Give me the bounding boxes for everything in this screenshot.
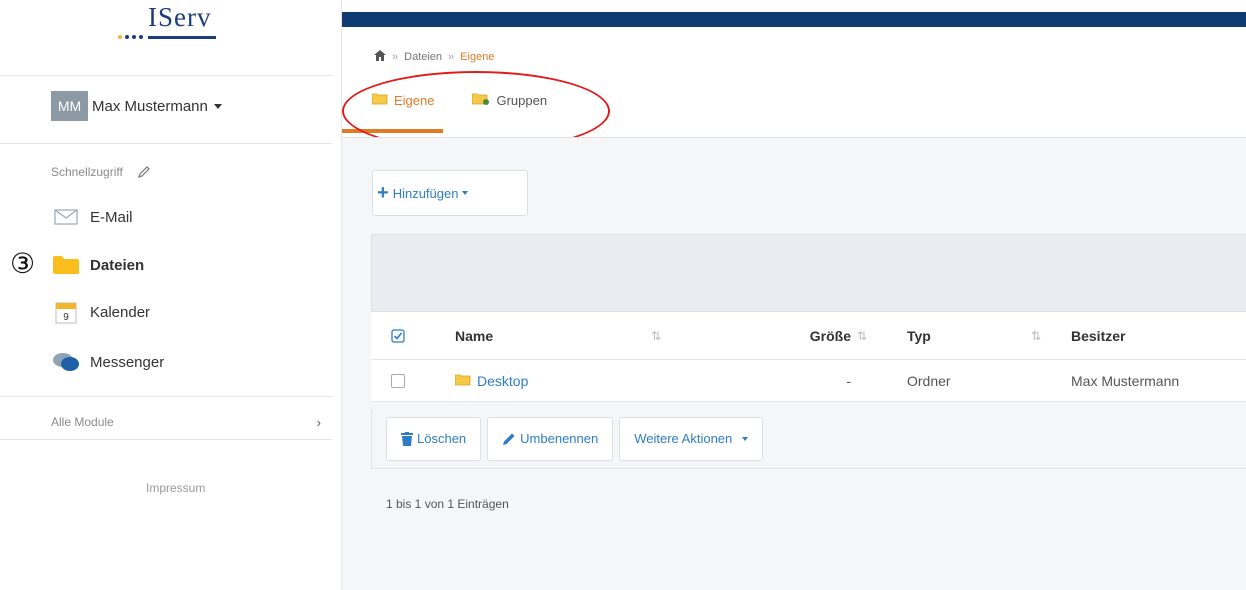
home-icon[interactable]	[374, 50, 386, 64]
group-folder-icon	[472, 92, 490, 109]
all-modules-link[interactable]: Alle Module ›	[51, 415, 321, 430]
impressum-link[interactable]: Impressum	[146, 481, 205, 495]
quick-access-label: Schnellzugriff	[51, 165, 123, 179]
name-cell: Desktop	[441, 360, 731, 401]
all-modules-label: Alle Module	[51, 415, 114, 429]
more-actions-label: Weitere Aktionen	[634, 431, 733, 446]
sidebar-item-label: E-Mail	[90, 208, 133, 226]
row-select-cell	[371, 360, 441, 401]
logo-underline	[148, 36, 216, 39]
column-label: Besitzer	[1071, 327, 1126, 344]
column-header-size[interactable]: Größe ⇅	[731, 312, 881, 359]
table-header: Name ⇅ Größe ⇅ Typ ⇅ Besitzer	[371, 312, 1246, 360]
divider	[0, 143, 332, 144]
select-all-cell	[371, 312, 441, 359]
chat-icon	[51, 350, 81, 374]
column-header-name[interactable]: Name ⇅	[441, 312, 731, 359]
sort-icon: ⇅	[856, 328, 867, 343]
owner-cell: Max Mustermann	[1071, 372, 1180, 389]
breadcrumb-item[interactable]: Dateien	[404, 51, 442, 63]
sidebar: IServ MM Max Mustermann Schnellzugriff E…	[0, 0, 340, 590]
delete-label: Löschen	[417, 431, 467, 446]
file-table: Name ⇅ Größe ⇅ Typ ⇅ Besitzer Desktop - …	[371, 312, 1246, 402]
column-header-type[interactable]: Typ ⇅	[881, 312, 1071, 359]
tab-own[interactable]: Eigene	[371, 88, 435, 112]
folder-icon	[454, 373, 471, 389]
sidebar-item-label: Kalender	[90, 303, 151, 321]
chevron-down-icon	[742, 436, 749, 441]
action-bar: Löschen Umbenennen Weitere Aktionen	[371, 409, 1246, 469]
column-label: Größe	[809, 327, 851, 344]
size-cell: -	[846, 372, 851, 389]
tab-groups[interactable]: Gruppen	[472, 88, 547, 112]
breadcrumb-separator: »	[448, 51, 455, 63]
folder-icon	[371, 92, 388, 108]
trash-icon	[401, 431, 413, 446]
more-actions-button[interactable]: Weitere Aktionen	[619, 416, 764, 461]
sort-icon: ⇅	[1031, 328, 1042, 343]
select-all-checkbox[interactable]	[391, 328, 405, 343]
breadcrumb: » Dateien » Eigene	[374, 50, 494, 64]
main-content: » Dateien » Eigene Eigene Gruppen + Hinz…	[341, 0, 1246, 590]
column-label: Typ	[907, 327, 931, 344]
folder-icon	[51, 253, 81, 277]
calendar-day: 9	[63, 312, 69, 323]
sidebar-item-label: Messenger	[90, 353, 165, 371]
top-bar	[342, 12, 1246, 27]
logo-text: IServ	[148, 2, 212, 32]
table-row: Desktop - Ordner Max Mustermann	[371, 360, 1246, 402]
add-button[interactable]: + Hinzufügen	[372, 170, 528, 216]
chevron-down-icon	[213, 103, 222, 109]
mail-icon	[51, 205, 81, 229]
row-checkbox[interactable]	[391, 373, 405, 388]
file-link[interactable]: Desktop	[454, 372, 529, 389]
sidebar-item-email[interactable]: E-Mail	[51, 205, 133, 229]
rename-label: Umbenennen	[520, 431, 599, 446]
sidebar-item-calendar[interactable]: 9 Kalender	[51, 300, 150, 324]
user-menu[interactable]: MM Max Mustermann	[51, 91, 222, 121]
add-button-label: Hinzufügen	[392, 185, 459, 201]
active-tab-indicator	[342, 129, 443, 133]
tab-bar: Eigene Gruppen	[371, 88, 585, 112]
sort-icon: ⇅	[651, 328, 662, 343]
pencil-icon	[502, 432, 516, 446]
file-name: Desktop	[477, 372, 529, 389]
sidebar-item-files[interactable]: Dateien	[51, 253, 144, 277]
entries-count: 1 bis 1 von 1 Einträgen	[386, 497, 509, 511]
delete-button[interactable]: Löschen	[386, 416, 482, 461]
chevron-right-icon: ›	[316, 415, 321, 430]
tab-label: Gruppen	[496, 92, 548, 108]
tab-label: Eigene	[394, 92, 435, 108]
logo-dot	[132, 35, 136, 39]
divider	[0, 439, 332, 440]
column-header-owner[interactable]: Besitzer	[1071, 312, 1246, 359]
breadcrumb-current: Eigene	[460, 51, 495, 63]
avatar: MM	[51, 91, 88, 121]
iserv-logo[interactable]: IServ	[110, 0, 220, 50]
plus-icon: +	[377, 181, 389, 204]
sidebar-item-messenger[interactable]: Messenger	[51, 350, 164, 374]
pencil-icon[interactable]	[137, 165, 151, 179]
divider	[0, 396, 332, 397]
chevron-down-icon	[462, 191, 469, 195]
quick-access-header: Schnellzugriff	[51, 165, 151, 179]
column-label: Name	[455, 327, 494, 344]
step-marker-3: ③	[10, 247, 36, 280]
type-cell: Ordner	[907, 372, 951, 389]
filter-panel	[371, 234, 1246, 312]
app-window: IServ MM Max Mustermann Schnellzugriff E…	[0, 0, 1246, 590]
rename-button[interactable]: Umbenennen	[487, 416, 614, 461]
logo-dot	[118, 35, 122, 39]
breadcrumb-separator: »	[392, 51, 399, 63]
divider	[0, 75, 332, 76]
user-name: Max Mustermann	[92, 97, 208, 115]
logo-dot	[139, 35, 143, 39]
sidebar-item-label: Dateien	[90, 256, 145, 274]
logo-dot	[125, 35, 129, 39]
calendar-icon: 9	[51, 300, 81, 324]
